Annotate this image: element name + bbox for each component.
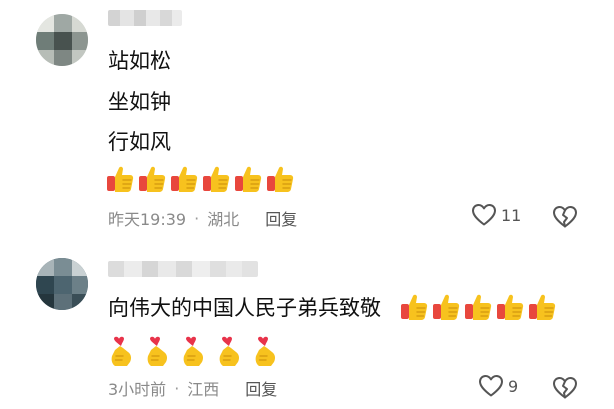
comment-location: 江西 bbox=[187, 380, 220, 399]
dislike-button[interactable] bbox=[552, 205, 578, 233]
thumbs-up-emoji bbox=[400, 292, 428, 322]
emoji-row bbox=[106, 336, 280, 368]
thumbs-up-emoji bbox=[234, 164, 262, 194]
thumbs-up-emoji bbox=[106, 164, 134, 194]
comment-time: 昨天19:39 bbox=[108, 210, 187, 229]
separator: · bbox=[174, 378, 180, 398]
comment-item: 站如松 坐如钟 行如风 昨天19:39 · 湖北 回复 11 bbox=[0, 0, 614, 245]
username-blurred[interactable] bbox=[108, 10, 182, 26]
emoji-row bbox=[400, 292, 556, 322]
like-count: 11 bbox=[501, 205, 522, 225]
finger-heart-emoji bbox=[250, 336, 280, 368]
finger-heart-emoji bbox=[214, 336, 244, 368]
reply-button[interactable]: 回复 bbox=[265, 206, 297, 230]
dislike-button[interactable] bbox=[552, 376, 578, 404]
comment-location: 湖北 bbox=[207, 210, 240, 229]
username-blurred[interactable] bbox=[108, 261, 258, 277]
comment-time: 3小时前 bbox=[108, 380, 167, 399]
comment-text-line: 坐如钟 bbox=[108, 90, 171, 114]
thumbs-up-emoji bbox=[432, 292, 460, 322]
thumbs-up-emoji bbox=[138, 164, 166, 194]
comment-text-line: 行如风 bbox=[108, 130, 171, 154]
broken-heart-icon bbox=[553, 206, 577, 228]
comment-meta: 昨天19:39 · 湖北 回复 bbox=[108, 206, 297, 230]
thumbs-up-emoji bbox=[464, 292, 492, 322]
comment-meta: 3小时前 · 江西 回复 bbox=[108, 376, 277, 400]
thumbs-up-emoji bbox=[496, 292, 524, 322]
heart-outline-icon bbox=[479, 375, 503, 397]
like-button[interactable]: 9 bbox=[478, 374, 518, 398]
like-count: 9 bbox=[508, 376, 519, 396]
heart-outline-icon bbox=[472, 204, 496, 226]
separator: · bbox=[194, 208, 200, 228]
reply-button[interactable]: 回复 bbox=[245, 376, 277, 400]
thumbs-up-emoji bbox=[202, 164, 230, 194]
avatar[interactable] bbox=[36, 258, 88, 310]
thumbs-up-emoji bbox=[528, 292, 556, 322]
broken-heart-icon bbox=[553, 377, 577, 399]
thumbs-up-emoji bbox=[266, 164, 294, 194]
emoji-row bbox=[106, 164, 294, 194]
finger-heart-emoji bbox=[106, 336, 136, 368]
finger-heart-emoji bbox=[178, 336, 208, 368]
like-button[interactable]: 11 bbox=[471, 203, 521, 227]
comment-text-line: 向伟大的中国人民子弟兵致敬 bbox=[108, 296, 381, 320]
thumbs-up-emoji bbox=[170, 164, 198, 194]
comment-item: 向伟大的中国人民子弟兵致敬 3小时前 · 江西 回复 9 bbox=[0, 245, 614, 409]
comment-text-line: 站如松 bbox=[108, 49, 171, 73]
finger-heart-emoji bbox=[142, 336, 172, 368]
avatar[interactable] bbox=[36, 14, 88, 66]
